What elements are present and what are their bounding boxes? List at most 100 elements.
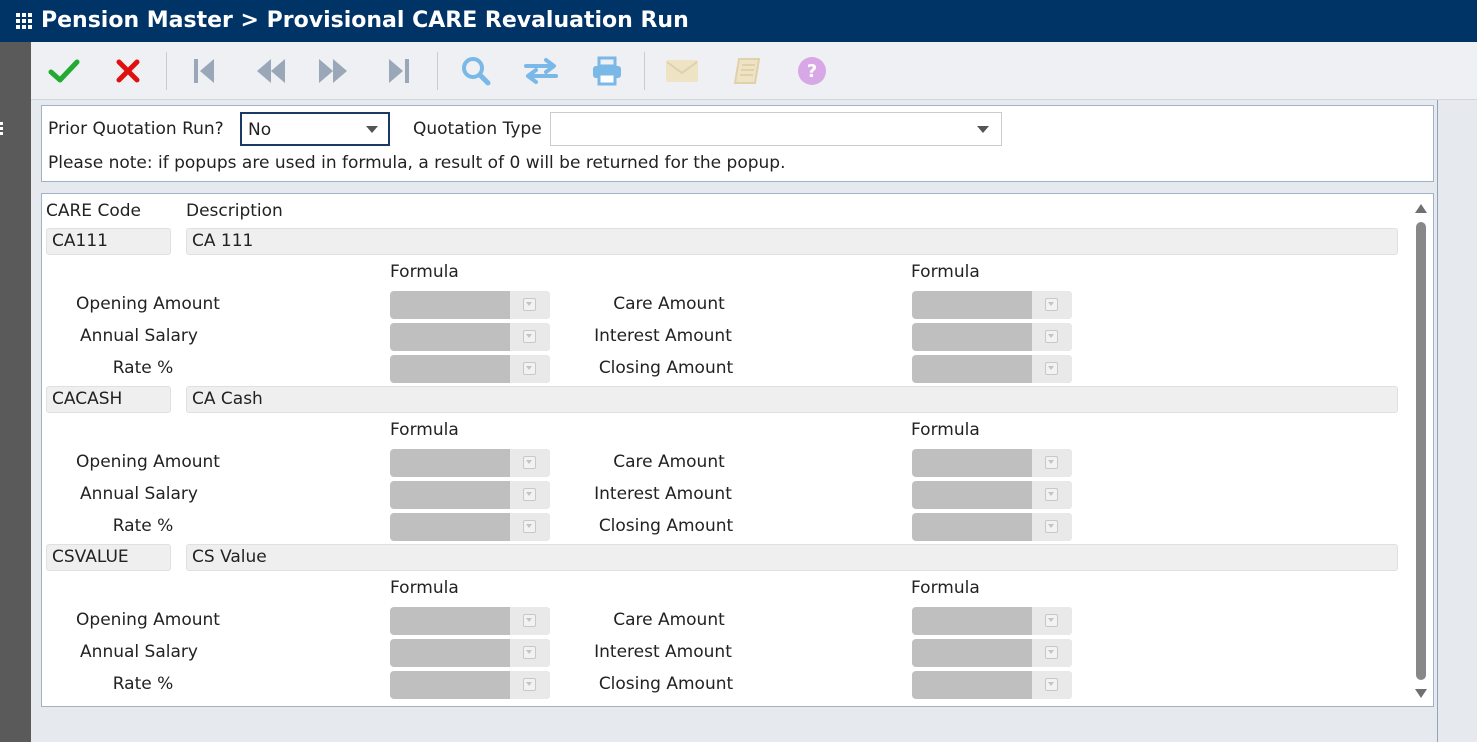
field-label: Annual Salary [80,642,198,662]
cancel-button[interactable] [108,52,148,90]
dropdown-icon [523,298,536,311]
formula-field[interactable] [390,671,550,699]
scroll-up-icon[interactable] [1415,204,1427,213]
formula-popup-button[interactable] [1032,323,1072,351]
close-icon [116,59,140,83]
formula-field[interactable] [390,607,550,635]
field-label: Annual Salary [80,484,198,504]
window-title: Pension Master > Provisional CARE Revalu… [41,8,689,33]
dropdown-icon [523,488,536,501]
quotation-type-select[interactable] [550,112,1002,146]
popup-note: Please note: if popups are used in formu… [48,153,786,173]
formula-popup-button[interactable] [510,607,550,635]
email-button[interactable] [662,52,702,90]
transfer-button[interactable] [521,52,561,90]
formula-popup-button[interactable] [510,323,550,351]
formula-field[interactable] [390,449,550,477]
care-code-header: CARE Code [46,201,141,221]
formula-popup-button[interactable] [1032,291,1072,319]
formula-popup-button[interactable] [510,449,550,477]
formula-header: Formula [390,578,459,598]
dropdown-icon [1045,614,1058,627]
scroll-thumb[interactable] [1416,222,1426,680]
dropdown-icon [523,678,536,691]
next-record-button[interactable] [313,52,353,90]
formula-popup-button[interactable] [510,639,550,667]
description-header: Description [186,201,283,221]
description-field[interactable]: CA Cash [186,386,1398,413]
confirm-button[interactable] [44,52,84,90]
formula-field[interactable] [912,639,1072,667]
formula-popup-button[interactable] [510,671,550,699]
formula-field[interactable] [912,671,1072,699]
formula-header: Formula [390,420,459,440]
filter-panel: Prior Quotation Run? No Quotation Type P… [41,105,1434,182]
care-code-field[interactable]: CA111 [46,228,171,255]
dropdown-icon [1045,456,1058,469]
formula-field[interactable] [912,323,1072,351]
formula-popup-button[interactable] [1032,513,1072,541]
formula-popup-button[interactable] [1032,639,1072,667]
formula-field[interactable] [912,449,1072,477]
dropdown-icon [1045,646,1058,659]
dropdown-icon [523,456,536,469]
formula-popup-button[interactable] [1032,607,1072,635]
previous-record-button[interactable] [251,52,291,90]
vertical-scrollbar[interactable] [1413,202,1429,702]
prior-quotation-select[interactable]: No [240,112,390,146]
formula-popup-button[interactable] [510,355,550,383]
divider [1437,100,1438,742]
formula-field[interactable] [912,481,1072,509]
formula-field[interactable] [390,291,550,319]
toolbar-separator [437,52,438,90]
notes-button[interactable] [727,52,767,90]
prior-quotation-value: No [248,120,272,140]
formula-popup-button[interactable] [1032,449,1072,477]
formula-field[interactable] [390,355,550,383]
care-code-field[interactable]: CACASH [46,386,171,413]
first-record-button[interactable] [184,52,224,90]
help-button[interactable]: ? [792,52,832,90]
search-button[interactable] [456,52,496,90]
formula-popup-button[interactable] [1032,481,1072,509]
field-label: Closing Amount [598,516,734,536]
formula-popup-button[interactable] [510,291,550,319]
dropdown-icon [1045,362,1058,375]
field-label: Opening Amount [76,452,220,472]
field-label: Closing Amount [598,358,734,378]
scroll-down-icon[interactable] [1415,689,1427,698]
print-button[interactable] [587,52,627,90]
formula-field[interactable] [390,639,550,667]
formula-popup-button[interactable] [1032,355,1072,383]
prior-quotation-label: Prior Quotation Run? [48,119,224,139]
dropdown-icon [1045,488,1058,501]
description-field[interactable]: CS Value [186,544,1398,571]
formula-field[interactable] [912,513,1072,541]
title-bar: Pension Master > Provisional CARE Revalu… [0,0,1477,42]
formula-field[interactable] [912,355,1072,383]
printer-icon [593,56,621,86]
field-label: Opening Amount [76,610,220,630]
field-label: Closing Amount [598,674,734,694]
side-handle-icon[interactable] [0,122,4,136]
field-label: Interest Amount [594,642,732,662]
description-field[interactable]: CA 111 [186,228,1398,255]
formula-header: Formula [911,578,980,598]
formula-field[interactable] [912,291,1072,319]
formula-field[interactable] [390,481,550,509]
formula-field[interactable] [390,513,550,541]
formula-popup-button[interactable] [510,481,550,509]
side-strip [0,42,31,742]
field-label: Annual Salary [80,326,198,346]
formula-field[interactable] [390,323,550,351]
toolbar: ? [31,42,1477,100]
formula-popup-button[interactable] [510,513,550,541]
field-label: Opening Amount [76,294,220,314]
last-record-button[interactable] [379,52,419,90]
field-label: Care Amount [613,610,725,630]
formula-field[interactable] [912,607,1072,635]
app-grid-icon[interactable] [16,13,32,29]
formula-header: Formula [911,420,980,440]
formula-popup-button[interactable] [1032,671,1072,699]
care-code-field[interactable]: CSVALUE [46,544,171,571]
